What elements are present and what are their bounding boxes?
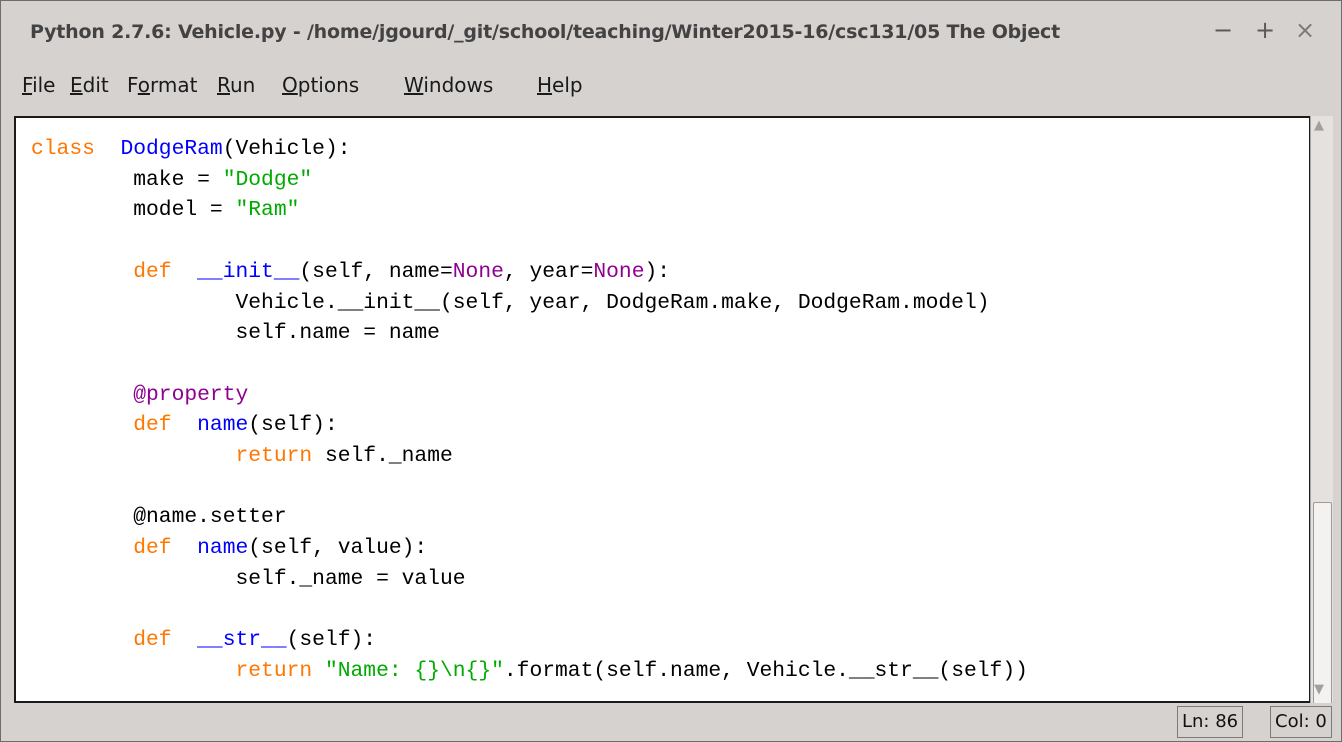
code-token: make = — [31, 167, 223, 192]
maximize-button[interactable]: + — [1255, 16, 1275, 44]
code-token: Vehicle.__init__(self, year, DodgeRam.ma… — [31, 290, 990, 315]
line-number-indicator: Ln: 86 — [1177, 706, 1244, 738]
menu-windows[interactable]: Windows — [404, 73, 493, 97]
code-editor[interactable]: class DodgeRam(Vehicle): make = "Dodge" … — [14, 116, 1311, 703]
source-code[interactable]: class DodgeRam(Vehicle): make = "Dodge" … — [31, 134, 1028, 687]
code-token: @name.setter — [31, 505, 287, 530]
menu-edit[interactable]: Edit — [70, 73, 109, 97]
code-token: .format(self.name, Vehicle.__str__(self)… — [503, 658, 1028, 683]
code-token: (self, name= — [299, 259, 453, 284]
menu-bar: File Edit Format Run Options Windows Hel… — [2, 61, 1340, 109]
code-token-str: "Name: {}\n{}" — [324, 658, 504, 683]
code-line: def __str__(self): — [31, 628, 376, 652]
window-title: Python 2.7.6: Vehicle.py - /home/jgourd/… — [30, 21, 1060, 43]
code-token-kw: def — [133, 413, 172, 438]
code-token-str: "Ram" — [235, 198, 300, 223]
code-line: @property — [31, 383, 248, 407]
menu-help[interactable]: Help — [537, 73, 583, 97]
code-token-def: name — [197, 536, 249, 561]
code-token-def: name — [197, 413, 249, 438]
code-token: (self): — [286, 628, 377, 653]
idle-editor-window: Python 2.7.6: Vehicle.py - /home/jgourd/… — [0, 0, 1342, 742]
vertical-scrollbar[interactable]: ▲ ▼ — [1310, 116, 1333, 741]
code-token-kw: return — [235, 658, 313, 683]
title-bar[interactable]: Python 2.7.6: Vehicle.py - /home/jgourd/… — [1, 1, 1341, 59]
code-line: def __init__(self, name=None, year=None)… — [31, 260, 670, 284]
minimize-button[interactable]: − — [1213, 16, 1233, 44]
code-line: self._name = value — [31, 566, 466, 591]
code-line: def name(self): — [31, 413, 338, 437]
code-token: self.name = name — [31, 321, 440, 346]
code-token-kw: class — [31, 137, 95, 161]
menu-format[interactable]: Format — [127, 73, 198, 97]
code-token-kw: def — [133, 259, 172, 284]
code-token-str: "Dodge" — [222, 167, 313, 192]
menu-options[interactable]: Options — [282, 73, 359, 97]
code-token: (self, value): — [248, 536, 428, 561]
code-line: class DodgeRam(Vehicle): — [31, 137, 351, 161]
close-button[interactable]: × — [1295, 16, 1315, 44]
code-line: def name(self, value): — [31, 536, 427, 560]
code-token-kw: def — [133, 628, 172, 653]
code-token: (self): — [248, 413, 338, 438]
code-token: ): — [644, 259, 671, 284]
code-line: return "Name: {}\n{}".format(self.name, … — [31, 658, 1028, 683]
menu-file[interactable]: File — [22, 73, 55, 97]
code-line: self.name = name — [31, 321, 440, 345]
code-line: Vehicle.__init__(self, year, DodgeRam.ma… — [31, 290, 990, 315]
code-token: self._name = value — [31, 566, 466, 591]
code-token-def: __init__ — [197, 259, 300, 284]
code-line: make = "Dodge" — [31, 168, 312, 192]
menu-run[interactable]: Run — [217, 73, 255, 97]
code-token-def: __str__ — [197, 628, 287, 653]
code-token: , year= — [503, 259, 594, 284]
code-token-kw: return — [235, 444, 313, 469]
code-token-kw: def — [133, 536, 172, 561]
code-token: self._name — [312, 444, 453, 469]
code-token-bi: None — [452, 259, 504, 284]
scroll-down-arrow-icon[interactable]: ▼ — [1314, 682, 1324, 697]
code-token-bi: None — [593, 259, 645, 284]
status-bar: Ln: 86 Col: 0 — [1, 703, 1341, 741]
code-token: (Vehicle): — [222, 137, 351, 161]
code-token-bi: @property — [133, 382, 249, 407]
code-line: model = "Ram" — [31, 198, 299, 222]
code-line: @name.setter — [31, 505, 287, 530]
column-number-indicator: Col: 0 — [1270, 706, 1332, 738]
code-token-def: DodgeRam — [120, 137, 223, 161]
scroll-up-arrow-icon[interactable]: ▲ — [1314, 118, 1324, 133]
code-token: model = — [31, 198, 236, 223]
code-line: return self._name — [31, 444, 453, 469]
